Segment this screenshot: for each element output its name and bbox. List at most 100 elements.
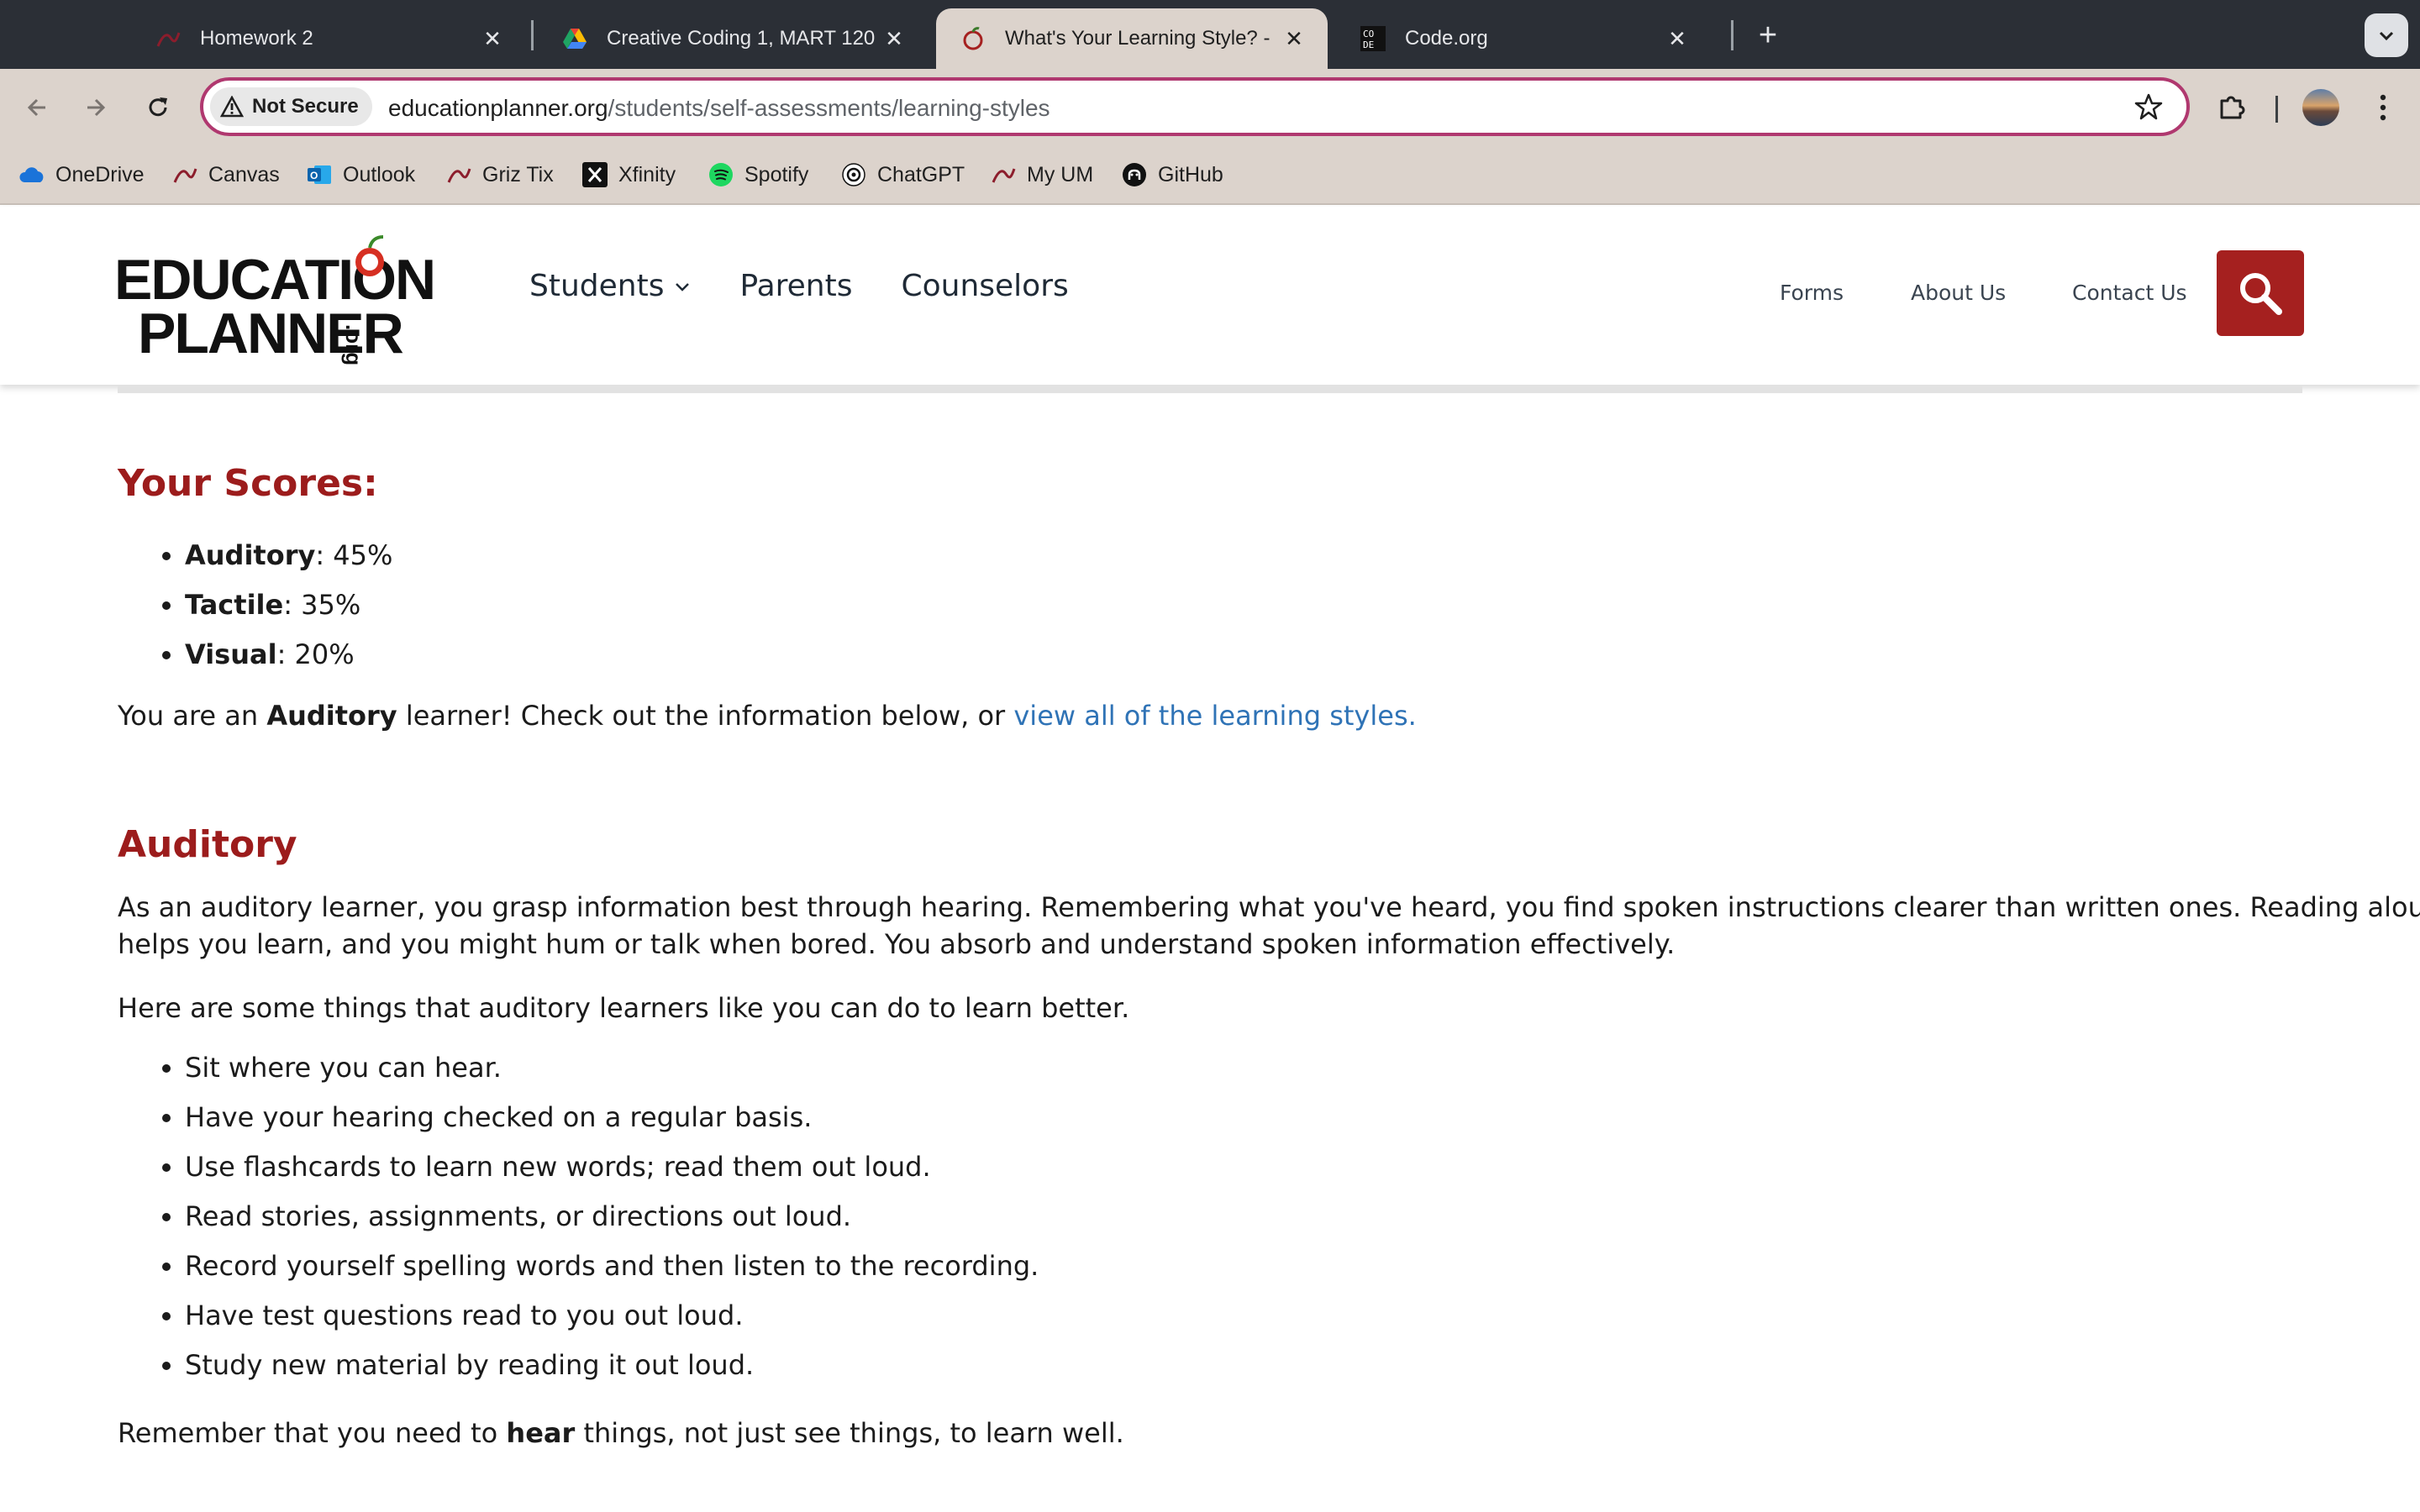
google-drive-logo-icon	[561, 25, 588, 52]
list-item: Study new material by reading it out lou…	[185, 1347, 1039, 1397]
browser-toolbar: Not Secure educationplanner.org/students…	[0, 69, 2420, 144]
list-item: Record yourself spelling words and then …	[185, 1248, 1039, 1298]
bookmark-xfinity[interactable]: Xfinity	[581, 160, 676, 190]
canvas-logo-icon	[990, 161, 1017, 188]
score-style: Visual	[185, 638, 277, 670]
svg-text:O: O	[310, 170, 318, 181]
bookmarks-bar: OneDrive Canvas O Outlook Griz Tix Xfini…	[0, 144, 2420, 205]
bookmark-label: Spotify	[744, 162, 809, 186]
tab-title: Homework 2	[200, 27, 313, 50]
summary-style: Auditory	[266, 700, 397, 732]
github-logo-icon	[1121, 161, 1148, 188]
back-button[interactable]	[17, 87, 57, 128]
bookmark-github[interactable]: GitHub	[1121, 160, 1223, 190]
description-line-1: As an auditory learner, you grasp inform…	[118, 891, 2420, 923]
tab-search-button[interactable]	[2365, 13, 2408, 57]
util-nav-about[interactable]: About Us	[1911, 281, 2006, 305]
bookmark-canvas[interactable]: Canvas	[171, 160, 280, 190]
bookmark-griz-tix[interactable]: Griz Tix	[445, 160, 554, 190]
warning-icon	[220, 96, 244, 118]
tab-creative-coding[interactable]: Creative Coding 1, MART 120 ✕	[538, 8, 928, 69]
bookmark-label: Griz Tix	[482, 162, 554, 186]
bookmark-my-um[interactable]: My UM	[990, 160, 1093, 190]
address-bar[interactable]: Not Secure educationplanner.org/students…	[200, 77, 2190, 136]
nav-students[interactable]: Students	[529, 269, 691, 303]
tab-title: What's Your Learning Style? -	[1005, 27, 1270, 50]
view-all-styles-link[interactable]: view all of the learning styles.	[1013, 700, 1416, 732]
url-domain: educationplanner.org	[388, 95, 608, 121]
outlook-logo-icon: O	[306, 161, 333, 188]
reload-button[interactable]	[138, 87, 178, 128]
header-divider	[118, 385, 2302, 393]
closing-note: Remember that you need to hear things, n…	[118, 1415, 1124, 1452]
extensions-button[interactable]	[2212, 87, 2252, 128]
bookmark-onedrive[interactable]: OneDrive	[18, 160, 145, 190]
score-value: : 35%	[283, 589, 361, 621]
nav-students-label: Students	[529, 269, 665, 303]
auditory-description: As an auditory learner, you grasp inform…	[118, 889, 2420, 963]
close-icon[interactable]: ✕	[479, 26, 506, 52]
tab-homework-2[interactable]: Homework 2 ✕	[131, 8, 526, 69]
list-item: Use flashcards to learn new words; read …	[185, 1149, 1039, 1199]
tab-separator	[1731, 20, 1733, 50]
score-item: Visual: 20%	[185, 637, 392, 686]
puzzle-icon	[2220, 96, 2245, 119]
util-nav-forms[interactable]: Forms	[1780, 281, 1844, 305]
score-value: : 45%	[315, 539, 393, 571]
new-tab-button[interactable]: +	[1746, 15, 1790, 55]
arrow-right-icon	[87, 98, 106, 117]
forward-button[interactable]	[76, 87, 116, 128]
bookmark-spotify[interactable]: Spotify	[708, 160, 808, 190]
bookmark-outlook[interactable]: O Outlook	[306, 160, 415, 190]
close-icon[interactable]: ✕	[881, 26, 908, 52]
close-icon[interactable]: ✕	[1281, 26, 1307, 52]
bookmark-star-button[interactable]	[2134, 92, 2163, 125]
profile-avatar[interactable]	[2302, 89, 2339, 126]
svg-text:DE: DE	[1363, 39, 1374, 50]
browser-menu-button[interactable]	[2363, 87, 2403, 128]
score-item: Tactile: 35%	[185, 587, 392, 637]
tab-title: Creative Coding 1, MART 120	[607, 27, 876, 50]
scores-list: Auditory: 45% Tactile: 35% Visual: 20%	[185, 538, 392, 686]
education-planner-logo[interactable]: EDUCATION PLANNER .org	[114, 230, 436, 365]
svg-text:CO: CO	[1363, 29, 1374, 39]
security-indicator[interactable]: Not Secure	[210, 87, 372, 126]
bookmark-label: Outlook	[343, 162, 416, 186]
score-style: Auditory	[185, 539, 316, 571]
bookmark-label: ChatGPT	[877, 162, 965, 186]
spotify-logo-icon	[708, 161, 734, 188]
apple-icon	[355, 235, 384, 276]
tab-code-org[interactable]: CO DE Code.org ✕	[1336, 8, 1711, 69]
close-icon[interactable]: ✕	[1664, 26, 1691, 52]
x-logo-icon	[581, 161, 608, 188]
summary-prefix: You are an	[118, 700, 267, 732]
bookmark-label: My UM	[1027, 162, 1094, 186]
summary-suffix: learner! Check out the information below…	[397, 700, 1014, 732]
nav-counselors[interactable]: Counselors	[901, 269, 1068, 303]
tab-title: Code.org	[1405, 27, 1488, 50]
chevron-down-icon	[2379, 31, 2394, 41]
site-search-button[interactable]	[2217, 250, 2304, 336]
reload-icon	[149, 97, 167, 117]
bookmark-label: OneDrive	[55, 162, 145, 186]
security-label: Not Secure	[252, 95, 359, 118]
url-path: /students/self-assessments/learning-styl…	[608, 95, 1050, 121]
logo-suffix: .org	[341, 324, 366, 366]
canvas-logo-icon	[445, 161, 472, 188]
main-nav: Students Parents Counselors	[529, 269, 1118, 303]
onedrive-cloud-icon	[18, 161, 45, 188]
tab-strip: Homework 2 ✕ Creative Coding 1, MART 120…	[0, 0, 2420, 69]
url-text[interactable]: educationplanner.org/students/self-asses…	[388, 95, 1050, 122]
util-nav-contact[interactable]: Contact Us	[2072, 281, 2187, 305]
nav-parents[interactable]: Parents	[739, 269, 852, 303]
site-header: EDUCATION PLANNER .org Students Parents …	[0, 207, 2420, 385]
tab-learning-style[interactable]: What's Your Learning Style? - ✕	[936, 8, 1328, 69]
auditory-heading: Auditory	[118, 823, 297, 866]
bookmark-chatgpt[interactable]: ChatGPT	[840, 160, 965, 190]
nav-parents-label: Parents	[739, 269, 853, 303]
canvas-logo-icon	[171, 161, 198, 188]
closing-bold: hear	[506, 1417, 576, 1449]
closing-prefix: Remember that you need to	[118, 1417, 507, 1449]
list-item: Have your hearing checked on a regular b…	[185, 1100, 1039, 1149]
tips-intro: Here are some things that auditory learn…	[118, 992, 1130, 1024]
